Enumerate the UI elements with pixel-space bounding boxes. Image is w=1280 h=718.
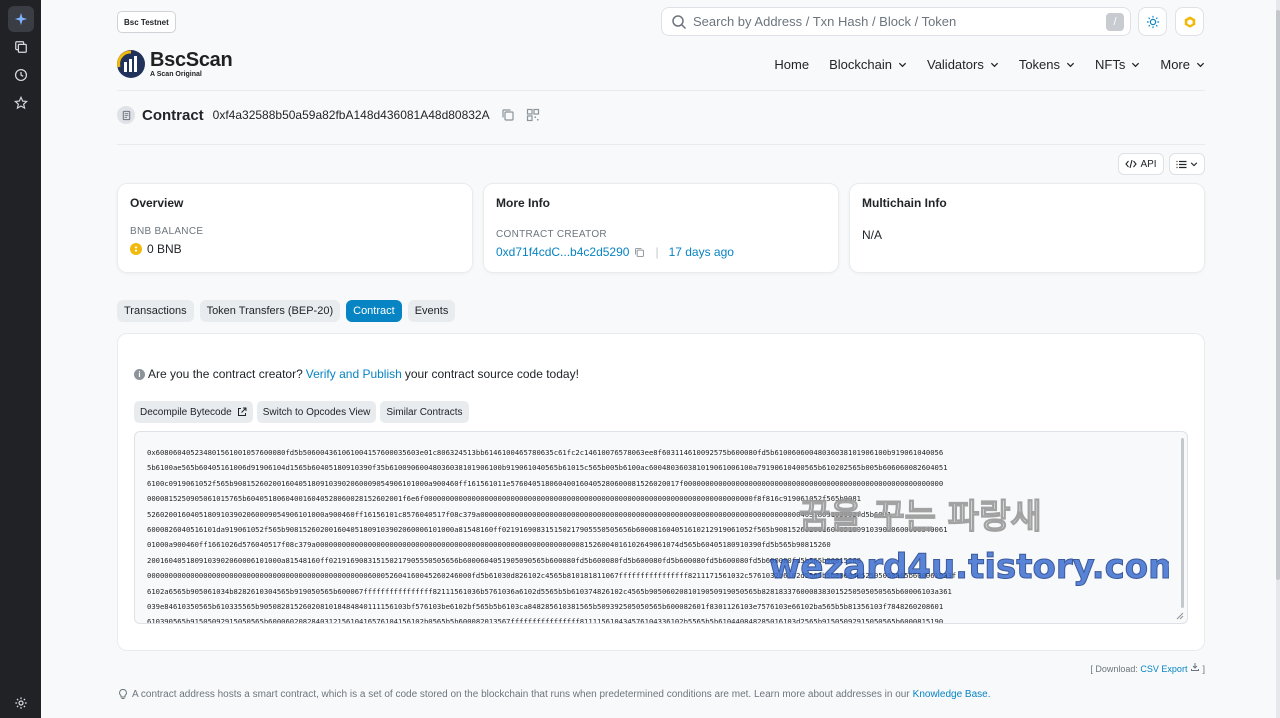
verify-notice: i Are you the contract creator? Verify a… bbox=[134, 367, 579, 381]
bscscan-logo-icon bbox=[117, 50, 145, 78]
balance-value: 0 BNB bbox=[130, 242, 182, 256]
clock-icon[interactable] bbox=[8, 62, 34, 88]
overview-card: Overview BNB BALANCE 0 BNB bbox=[117, 183, 473, 273]
download-icon[interactable] bbox=[1190, 662, 1200, 672]
creator-label: CONTRACT CREATOR bbox=[496, 229, 607, 240]
chevron-down-icon bbox=[1190, 162, 1198, 167]
header-divider bbox=[117, 90, 1205, 91]
page-scrollbar[interactable] bbox=[1276, 0, 1280, 718]
bytecode-textarea[interactable]: 0x608060405234801561001057600080fd5b5060… bbox=[134, 431, 1188, 624]
multichain-value: N/A bbox=[862, 228, 883, 242]
bnb-coin-icon bbox=[130, 243, 142, 255]
page-footnote: A contract address hosts a smart contrac… bbox=[117, 688, 991, 700]
more-info-card: More Info CONTRACT CREATOR 0xd71f4cdC...… bbox=[483, 183, 839, 273]
sun-icon bbox=[1146, 15, 1159, 28]
similar-contracts-button[interactable]: Similar Contracts bbox=[380, 401, 469, 423]
bscscan-logo[interactable]: BscScan A Scan Original bbox=[116, 49, 233, 79]
search-input[interactable] bbox=[693, 8, 1106, 35]
chevron-down-icon bbox=[898, 62, 907, 68]
csv-export-link[interactable]: CSV Export bbox=[1140, 664, 1187, 674]
bytecode-text: 0x608060405234801561001057600080fd5b5060… bbox=[147, 448, 957, 624]
network-badge[interactable]: Bsc Testnet bbox=[117, 11, 176, 33]
page: Bsc Testnet / BscScan A Scan Original Ho… bbox=[41, 0, 1276, 718]
nav-nfts[interactable]: NFTs bbox=[1095, 57, 1140, 72]
csv-download: [ Download: CSV Export ] bbox=[1090, 662, 1205, 674]
brand-tagline: A Scan Original bbox=[150, 71, 202, 78]
balance-label: BNB BALANCE bbox=[130, 226, 204, 237]
resize-grip-icon[interactable] bbox=[1174, 610, 1184, 620]
contract-actions: Decompile Bytecode Switch to Opcodes Vie… bbox=[134, 401, 469, 423]
nav-validators[interactable]: Validators bbox=[927, 57, 999, 72]
lightbulb-icon bbox=[119, 688, 127, 699]
contract-panel: i Are you the contract creator? Verify a… bbox=[117, 333, 1205, 651]
main-nav: Home Blockchain Validators Tokens NFTs M… bbox=[774, 57, 1205, 72]
bnb-network-button[interactable] bbox=[1175, 7, 1204, 36]
nav-blockchain[interactable]: Blockchain bbox=[829, 57, 907, 72]
creator-value: 0xd71f4cdC...b4c2d5290 | 17 days ago bbox=[496, 245, 734, 259]
tab-transactions[interactable]: Transactions bbox=[117, 300, 194, 322]
qr-code-icon[interactable] bbox=[526, 108, 540, 122]
copy-icon[interactable] bbox=[634, 247, 645, 258]
settings-gear-icon[interactable] bbox=[8, 690, 34, 716]
brand-name: BscScan bbox=[150, 49, 233, 71]
tab-contract[interactable]: Contract bbox=[346, 300, 402, 322]
copy-stack-icon[interactable] bbox=[8, 34, 34, 60]
chevron-down-icon bbox=[1066, 62, 1075, 68]
theme-toggle-button[interactable] bbox=[1138, 7, 1167, 36]
view-options-button[interactable] bbox=[1169, 153, 1205, 175]
card-title: Overview bbox=[130, 196, 184, 210]
contract-address[interactable]: 0xf4a32588b50a59a82fbA148d436081A48d8083… bbox=[213, 108, 490, 122]
page-title: Contract bbox=[142, 106, 204, 124]
star-icon[interactable] bbox=[8, 90, 34, 116]
nav-more[interactable]: More bbox=[1160, 57, 1205, 72]
tab-bar: Transactions Token Transfers (BEP-20) Co… bbox=[117, 300, 456, 322]
code-brackets-icon bbox=[1125, 159, 1138, 169]
search-shortcut-key: / bbox=[1106, 12, 1124, 31]
tab-token-transfers[interactable]: Token Transfers (BEP-20) bbox=[199, 300, 341, 322]
info-icon: i bbox=[134, 368, 145, 380]
external-link-icon bbox=[237, 407, 247, 416]
copy-icon[interactable] bbox=[501, 108, 515, 122]
search-icon bbox=[672, 14, 687, 29]
tab-events[interactable]: Events bbox=[407, 300, 456, 322]
card-title: More Info bbox=[496, 196, 550, 210]
chevron-down-icon bbox=[990, 62, 998, 68]
chevron-down-icon bbox=[1196, 62, 1205, 68]
separator: | bbox=[655, 245, 659, 259]
creator-age-link[interactable]: 17 days ago bbox=[669, 245, 734, 259]
contract-header: Contract 0xf4a32588b50a59a82fbA148d43608… bbox=[117, 106, 540, 124]
chevron-down-icon bbox=[1132, 62, 1140, 68]
title-divider bbox=[117, 144, 1205, 145]
nav-home[interactable]: Home bbox=[774, 57, 809, 72]
search-bar[interactable]: / bbox=[661, 7, 1131, 36]
creator-address-link[interactable]: 0xd71f4cdC...b4c2d5290 bbox=[496, 245, 629, 259]
left-rail bbox=[0, 0, 41, 718]
contract-icon bbox=[117, 106, 135, 124]
knowledge-base-link[interactable]: Knowledge Base. bbox=[913, 689, 991, 700]
decompile-bytecode-button[interactable]: Decompile Bytecode bbox=[134, 401, 253, 423]
multichain-card: Multichain Info N/A bbox=[849, 183, 1205, 273]
bytecode-scrollbar[interactable] bbox=[1181, 438, 1184, 608]
api-button[interactable]: API bbox=[1118, 153, 1164, 175]
bnb-cube-icon bbox=[1184, 15, 1195, 28]
switch-opcodes-button[interactable]: Switch to Opcodes View bbox=[256, 401, 377, 423]
nav-tokens[interactable]: Tokens bbox=[1019, 57, 1075, 72]
verify-publish-link[interactable]: Verify and Publish bbox=[306, 367, 402, 381]
list-icon bbox=[1176, 160, 1187, 168]
sparkle-icon[interactable] bbox=[8, 6, 34, 32]
card-title: Multichain Info bbox=[862, 196, 947, 210]
